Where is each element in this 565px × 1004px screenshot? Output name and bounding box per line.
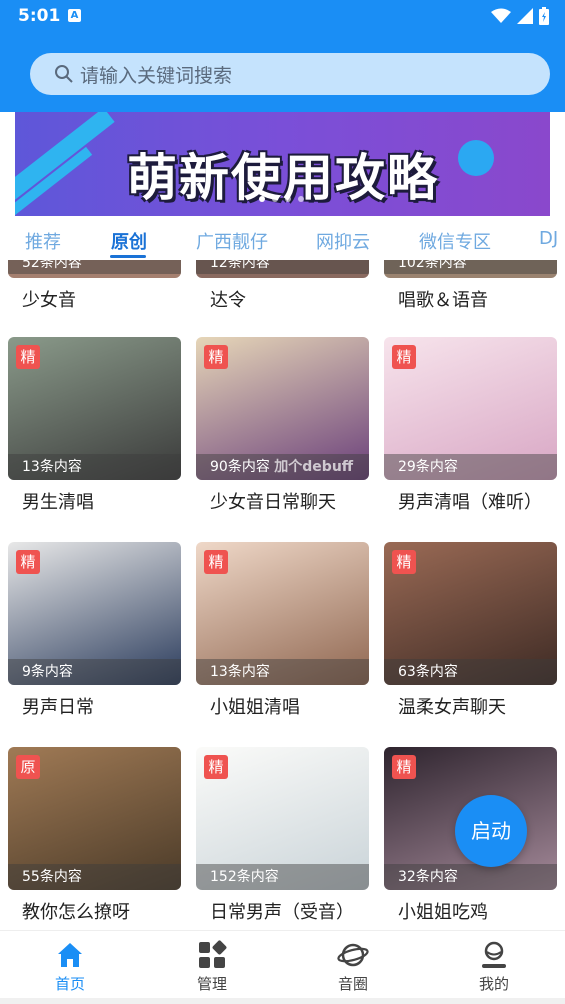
nav-label: 首页 bbox=[54, 975, 85, 993]
notification-icon: A bbox=[68, 9, 81, 22]
content-count: 9条内容 bbox=[8, 659, 181, 685]
list-item[interactable]: 精 63条内容 温柔女声聊天 bbox=[384, 542, 557, 719]
card-title: 男声日常 bbox=[22, 697, 94, 718]
carousel-dot bbox=[259, 196, 265, 202]
content-count: 29条内容 bbox=[384, 454, 557, 480]
search-icon bbox=[55, 65, 73, 83]
featured-badge: 精 bbox=[392, 755, 416, 779]
grid-icon bbox=[199, 940, 227, 968]
card-title: 教你怎么撩呀 bbox=[22, 902, 130, 923]
list-item[interactable]: 52条内容 少女音 bbox=[8, 260, 181, 312]
featured-badge: 精 bbox=[16, 345, 40, 369]
user-icon bbox=[482, 941, 506, 968]
battery-icon bbox=[539, 7, 549, 25]
nav-home[interactable]: 首页 bbox=[30, 937, 110, 994]
home-icon bbox=[58, 943, 82, 967]
card-title: 达令 bbox=[210, 290, 246, 311]
card-title: 男生清唱 bbox=[22, 492, 94, 513]
tab-indicator bbox=[110, 255, 146, 258]
top-bar: 请输入关键词搜索 bbox=[0, 32, 565, 112]
content-count: 90条内容 加个debuff bbox=[196, 454, 369, 480]
list-item[interactable]: 精 29条内容 男声清唱（难听） bbox=[384, 337, 557, 514]
card-image: 精 13条内容 bbox=[8, 337, 181, 480]
card-title: 少女音日常聊天 bbox=[210, 492, 336, 513]
list-item[interactable]: 精 13条内容 男生清唱 bbox=[8, 337, 181, 514]
featured-badge: 精 bbox=[204, 550, 228, 574]
content-count: 52条内容 bbox=[8, 260, 181, 274]
featured-badge: 精 bbox=[204, 345, 228, 369]
list-item[interactable]: 精 90条内容 加个debuff 少女音日常聊天 bbox=[196, 337, 369, 514]
bottom-nav: 首页 管理 音圈 我的 bbox=[0, 930, 565, 1004]
featured-badge: 精 bbox=[204, 755, 228, 779]
list-item[interactable]: 精 9条内容 男声日常 bbox=[8, 542, 181, 719]
banner-carousel[interactable]: 萌新使用攻略 bbox=[15, 112, 550, 216]
status-icons bbox=[491, 6, 549, 26]
content-count: 13条内容 bbox=[196, 659, 369, 685]
start-button[interactable]: 启动 bbox=[455, 795, 527, 867]
carousel-indicator bbox=[259, 196, 304, 202]
card-title: 少女音 bbox=[22, 290, 76, 311]
tab-original[interactable]: 原创 bbox=[111, 228, 147, 254]
content-count: 32条内容 bbox=[384, 864, 557, 890]
tab-guangxi[interactable]: 广西靓仔 bbox=[196, 228, 268, 254]
list-item[interactable]: 精 13条内容 小姐姐清唱 bbox=[196, 542, 369, 719]
category-tabs: 推荐 原创 广西靓仔 网抑云 微信专区 DJ bbox=[0, 218, 565, 260]
gesture-bar bbox=[0, 998, 565, 1004]
card-image: 精 63条内容 bbox=[384, 542, 557, 685]
list-item[interactable]: 原 55条内容 教你怎么撩呀 bbox=[8, 747, 181, 924]
featured-badge: 精 bbox=[392, 345, 416, 369]
carousel-dot bbox=[298, 196, 304, 202]
nav-label: 我的 bbox=[478, 975, 509, 993]
carousel-dot bbox=[285, 196, 291, 202]
search-placeholder: 请输入关键词搜索 bbox=[80, 64, 233, 87]
card-image: 精 9条内容 bbox=[8, 542, 181, 685]
list-item[interactable]: 精 152条内容 日常男声（受音） bbox=[196, 747, 369, 924]
card-title: 小姐姐清唱 bbox=[210, 697, 300, 718]
card-image: 精 29条内容 bbox=[384, 337, 557, 480]
card-image: 精 152条内容 bbox=[196, 747, 369, 890]
card-title: 男声清唱（难听） bbox=[398, 492, 542, 513]
card-image: 精 90条内容 加个debuff bbox=[196, 337, 369, 480]
original-badge: 原 bbox=[16, 755, 40, 779]
planet-icon bbox=[337, 943, 369, 967]
card-title: 日常男声（受音） bbox=[210, 902, 354, 923]
content-count: 152条内容 bbox=[196, 864, 369, 890]
tab-recommend[interactable]: 推荐 bbox=[25, 228, 61, 254]
card-image: 原 55条内容 bbox=[8, 747, 181, 890]
nav-label: 管理 bbox=[196, 975, 227, 993]
search-input[interactable]: 请输入关键词搜索 bbox=[30, 53, 550, 95]
banner-decoration bbox=[458, 140, 494, 176]
card-title: 小姐姐吃鸡 bbox=[398, 902, 488, 923]
tab-wangyiyun[interactable]: 网抑云 bbox=[316, 228, 370, 254]
card-title: 温柔女声聊天 bbox=[398, 697, 506, 718]
card-image: 102条内容 bbox=[384, 260, 557, 278]
featured-badge: 精 bbox=[16, 550, 40, 574]
list-item[interactable]: 102条内容 唱歌＆语音 bbox=[384, 260, 557, 312]
card-title: 唱歌＆语音 bbox=[398, 290, 488, 311]
card-image: 52条内容 bbox=[8, 260, 181, 278]
status-bar: 5:01 A bbox=[0, 0, 565, 32]
status-time: 5:01 bbox=[18, 6, 61, 26]
nav-label: 音圈 bbox=[337, 975, 368, 993]
card-image: 12条内容 bbox=[196, 260, 369, 278]
nav-profile[interactable]: 我的 bbox=[454, 937, 534, 994]
tab-wechat[interactable]: 微信专区 bbox=[419, 228, 491, 254]
card-image: 精 13条内容 bbox=[196, 542, 369, 685]
carousel-dot bbox=[272, 196, 278, 202]
content-count: 13条内容 bbox=[8, 454, 181, 480]
wifi-icon bbox=[491, 8, 511, 23]
content-count: 63条内容 bbox=[384, 659, 557, 685]
image-overlay-text: 加个debuff bbox=[274, 459, 354, 475]
nav-circle[interactable]: 音圈 bbox=[313, 937, 393, 994]
content-count: 12条内容 bbox=[196, 260, 369, 274]
signal-icon bbox=[517, 8, 533, 24]
featured-badge: 精 bbox=[392, 550, 416, 574]
content-count: 102条内容 bbox=[384, 260, 557, 274]
tab-dj[interactable]: DJ bbox=[539, 228, 558, 249]
nav-manage[interactable]: 管理 bbox=[172, 937, 252, 994]
list-item[interactable]: 12条内容 达令 bbox=[196, 260, 369, 312]
content-count: 55条内容 bbox=[8, 864, 181, 890]
